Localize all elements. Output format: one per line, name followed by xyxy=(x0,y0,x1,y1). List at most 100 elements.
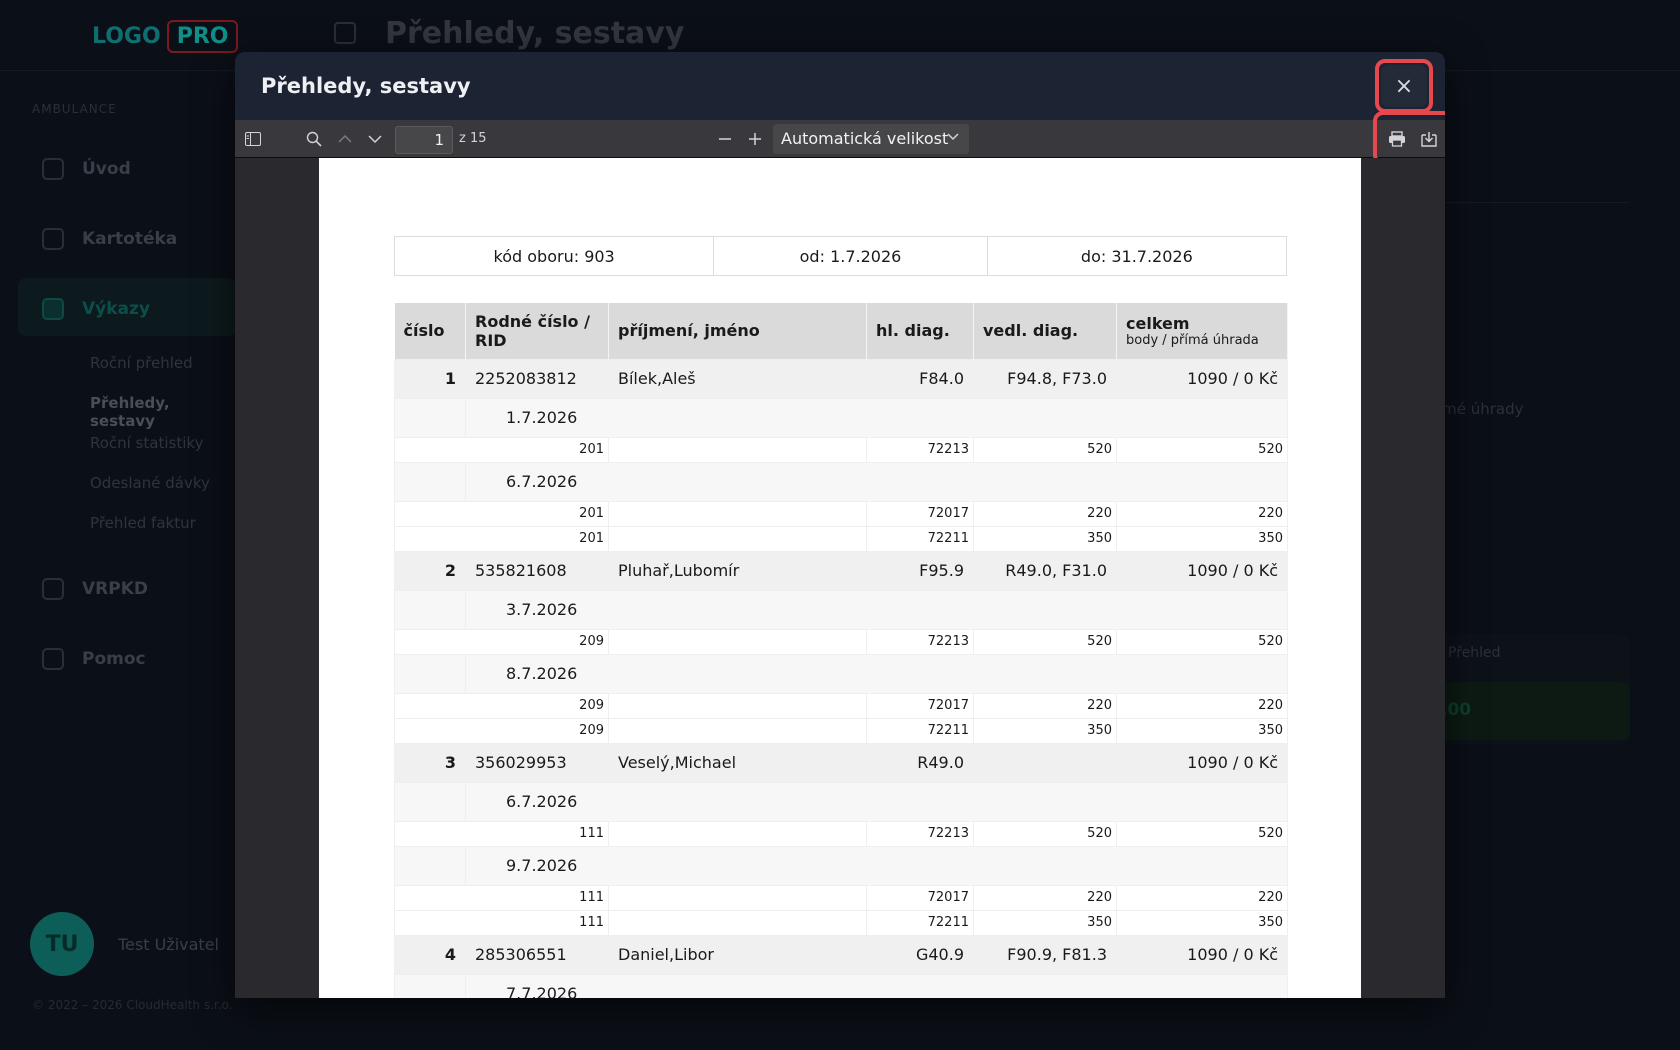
item-celkem: 220 xyxy=(1116,500,1288,527)
item-body: 220 xyxy=(973,692,1117,719)
visit-row: 3.7.2026 xyxy=(394,589,1288,630)
sidebar-item-vykazy[interactable]: Výkazy xyxy=(42,298,150,320)
report-obor: kód oboru: 903 xyxy=(395,237,715,275)
table-header-row: číslo Rodné číslo / RID příjmení, jméno … xyxy=(394,303,1288,359)
sidebar-item-label: Úvod xyxy=(82,159,131,179)
sidebar: Ambulance Úvod Kartotéka Výkazy Roční př… xyxy=(0,70,236,1050)
item-code: 201 xyxy=(394,500,609,527)
toolbar-actions-highlight xyxy=(1373,111,1445,165)
item-empty xyxy=(608,628,867,655)
item-celkem: 350 xyxy=(1116,525,1288,552)
app-logo[interactable]: LOGO PRO xyxy=(92,20,239,53)
chevron-down-icon xyxy=(947,130,959,144)
sidebar-toggle-button[interactable] xyxy=(241,127,265,151)
item-celkem: 350 xyxy=(1116,717,1288,744)
item-body: 220 xyxy=(973,884,1117,911)
chevron-down-icon xyxy=(368,135,382,144)
visit-spacer xyxy=(394,973,466,998)
user-profile[interactable]: TU Test Uživatel xyxy=(30,912,219,976)
patient-vedl-diag: R49.0, F31.0 xyxy=(973,550,1117,591)
item-row: 201 72211 350 350 xyxy=(394,525,1288,552)
item-vykon: 72017 xyxy=(866,500,974,527)
visit-row: 6.7.2026 xyxy=(394,461,1288,502)
item-row: 111 72213 520 520 xyxy=(394,820,1288,847)
visit-row: 6.7.2026 xyxy=(394,781,1288,822)
col-rodne-cislo-line1: Rodné číslo / xyxy=(475,311,590,331)
col-vedl-diag: vedl. diag. xyxy=(973,303,1117,359)
patient-hl-diag: R49.0 xyxy=(866,742,974,783)
sidebar-section-label: Ambulance xyxy=(32,102,117,116)
sidebar-subitem-rocni-prehled[interactable]: Roční přehled xyxy=(90,354,193,372)
item-body: 350 xyxy=(973,525,1117,552)
col-celkem: celkem body / přímá úhrada xyxy=(1116,303,1288,359)
avatar: TU xyxy=(30,912,94,976)
copyright: © 2022 – 2026 CloudHealth s.r.o. xyxy=(32,998,233,1012)
item-code: 201 xyxy=(394,525,609,552)
visit-spacer xyxy=(394,781,466,822)
page-number-input[interactable] xyxy=(395,126,453,154)
item-body: 520 xyxy=(973,628,1117,655)
item-vykon: 72017 xyxy=(866,884,974,911)
help-icon xyxy=(42,648,64,670)
sidebar-item-label: Výkazy xyxy=(82,299,150,319)
visit-spacer xyxy=(394,461,466,502)
visit-date: 6.7.2026 xyxy=(465,461,1288,502)
patient-number: 3 xyxy=(394,742,466,783)
item-code: 111 xyxy=(394,909,609,936)
patient-name: Veselý,Michael xyxy=(608,742,867,783)
sidebar-subitem-prehledy[interactable]: Přehledy, sestavy xyxy=(90,394,236,430)
sidebar-item-vrpkd[interactable]: VRPKD xyxy=(42,578,148,600)
search-icon xyxy=(306,131,322,147)
sidebar-item-kartoteka[interactable]: Kartotéka xyxy=(42,228,177,250)
item-empty xyxy=(608,717,867,744)
zoom-in-button[interactable] xyxy=(743,127,767,151)
sidebar-item-uvod[interactable]: Úvod xyxy=(42,158,131,180)
patient-rc: 2252083812 xyxy=(465,358,609,399)
visit-date: 3.7.2026 xyxy=(465,589,1288,630)
visit-date: 9.7.2026 xyxy=(465,845,1288,886)
patient-total: 1090 / 0 Kč xyxy=(1116,742,1288,783)
close-button-highlight xyxy=(1375,59,1433,113)
item-code: 201 xyxy=(394,436,609,463)
patient-name: Pluhař,Lubomír xyxy=(608,550,867,591)
sidebar-subitem-faktury[interactable]: Přehled faktur xyxy=(90,514,196,532)
pdf-viewer[interactable]: kód oboru: 903 od: 1.7.2026 do: 31.7.202… xyxy=(235,158,1445,998)
zoom-select[interactable]: Automatická velikost xyxy=(773,124,969,154)
item-empty xyxy=(608,436,867,463)
sidebar-subitem-statistiky[interactable]: Roční statistiky xyxy=(90,434,203,452)
logo-badge: PRO xyxy=(166,20,239,53)
plus-icon xyxy=(749,133,761,145)
sidebar-item-label: Kartotéka xyxy=(82,229,178,249)
visit-date: 6.7.2026 xyxy=(465,781,1288,822)
user-name: Test Uživatel xyxy=(118,934,219,954)
previous-page-button[interactable] xyxy=(333,127,357,151)
item-row: 201 72213 520 520 xyxy=(394,436,1288,463)
report-date-from: od: 1.7.2026 xyxy=(714,237,988,275)
item-code: 209 xyxy=(394,692,609,719)
patient-rc: 356029953 xyxy=(465,742,609,783)
item-vykon: 72211 xyxy=(866,525,974,552)
sidebar-item-pomoc[interactable]: Pomoc xyxy=(42,648,146,670)
search-button[interactable] xyxy=(302,127,326,151)
page-title: Přehledy, sestavy xyxy=(385,16,685,51)
item-celkem: 220 xyxy=(1116,884,1288,911)
visit-spacer xyxy=(394,397,466,438)
sidebar-subitem-odeslane-davky[interactable]: Odeslané dávky xyxy=(90,474,210,492)
sidebar-item-label: Pomoc xyxy=(82,649,146,669)
patient-vedl-diag xyxy=(973,742,1117,783)
pdf-page: kód oboru: 903 od: 1.7.2026 do: 31.7.202… xyxy=(319,158,1361,998)
logo-text: LOGO xyxy=(92,24,161,49)
col-jmeno: příjmení, jméno xyxy=(608,303,867,359)
next-page-button[interactable] xyxy=(363,127,387,151)
patient-hl-diag: F84.0 xyxy=(866,358,974,399)
visit-row: 1.7.2026 xyxy=(394,397,1288,438)
zoom-out-button[interactable] xyxy=(713,127,737,151)
menu-toggle-icon[interactable] xyxy=(334,22,356,44)
patient-total: 1090 / 0 Kč xyxy=(1116,550,1288,591)
col-rodne-cislo: Rodné číslo / RID xyxy=(465,303,609,359)
patient-number: 2 xyxy=(394,550,466,591)
item-vykon: 72213 xyxy=(866,820,974,847)
visit-date: 7.7.2026 xyxy=(465,973,1288,998)
report-table: číslo Rodné číslo / RID příjmení, jméno … xyxy=(394,303,1288,998)
col-hl-diag: hl. diag. xyxy=(866,303,974,359)
